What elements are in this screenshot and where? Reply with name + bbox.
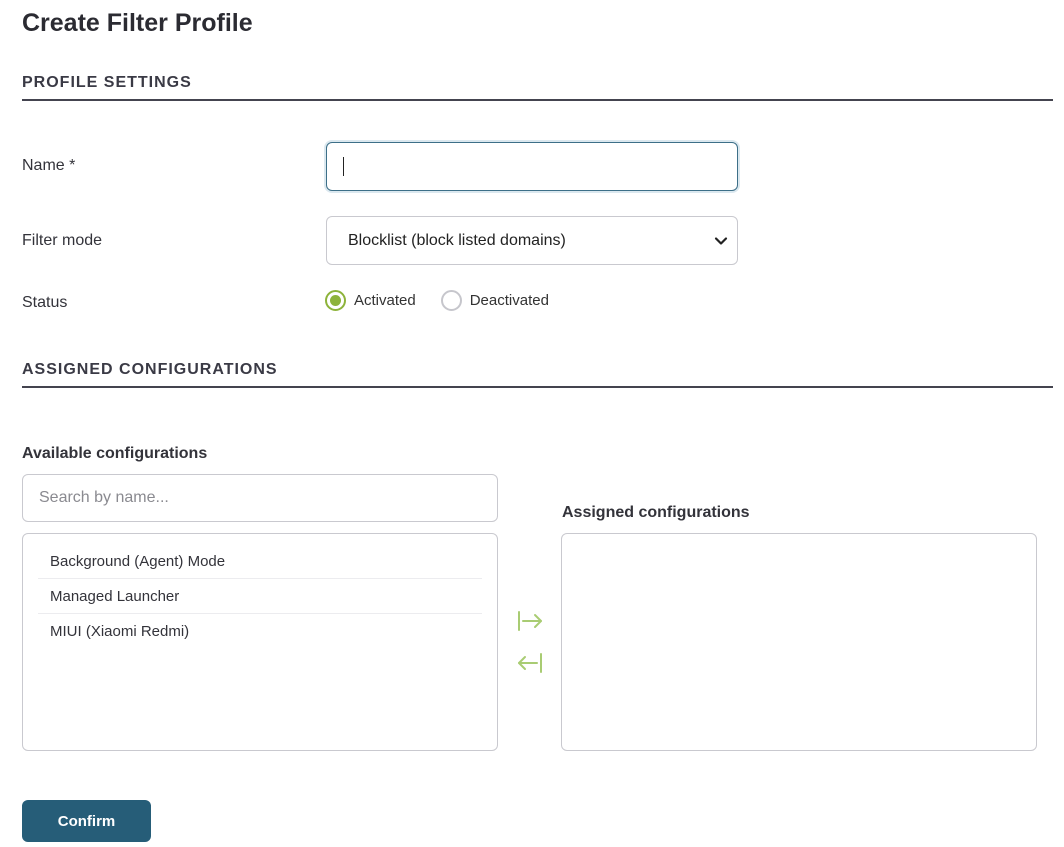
section-header-profile-settings: PROFILE SETTINGS xyxy=(22,74,1053,101)
assigned-configurations-list[interactable] xyxy=(561,533,1037,751)
assigned-configurations-title: Assigned configurations xyxy=(562,504,750,521)
search-input[interactable]: Search by name... xyxy=(22,474,498,522)
radio-button-unchecked[interactable] xyxy=(440,290,462,311)
filter-mode-selected-value: Blocklist (block listed domains) xyxy=(348,231,566,249)
page-title: Create Filter Profile xyxy=(22,9,253,37)
radio-label-deactivated: Deactivated xyxy=(469,292,549,309)
arrow-right-to-bar-icon xyxy=(518,611,542,631)
status-label: Status xyxy=(22,294,68,311)
radio-dot xyxy=(330,295,341,306)
confirm-button[interactable]: Confirm xyxy=(22,800,151,842)
create-filter-profile-page: Create Filter Profile PROFILE SETTINGS N… xyxy=(0,0,1064,847)
arrow-left-to-bar-icon xyxy=(518,653,542,673)
radio-label-activated: Activated xyxy=(354,292,416,309)
section-header-assigned-configurations: ASSIGNED CONFIGURATIONS xyxy=(22,361,1053,388)
move-to-assigned-button[interactable] xyxy=(515,609,545,633)
list-item[interactable]: Background (Agent) Mode xyxy=(38,544,482,579)
status-radio-group: Activated Deactivated xyxy=(325,290,574,311)
text-caret xyxy=(343,157,344,176)
status-option-deactivated[interactable]: Deactivated xyxy=(440,290,549,311)
list-item[interactable]: MIUI (Xiaomi Redmi) xyxy=(38,614,482,649)
name-input[interactable] xyxy=(326,142,738,191)
chevron-down-icon xyxy=(714,236,728,245)
filter-mode-label: Filter mode xyxy=(22,232,103,249)
move-to-available-button[interactable] xyxy=(515,651,545,675)
available-configurations-list[interactable]: Background (Agent) Mode Managed Launcher… xyxy=(22,533,498,751)
status-option-activated[interactable]: Activated xyxy=(325,290,416,311)
name-label: Name * xyxy=(22,157,76,174)
list-item[interactable]: Managed Launcher xyxy=(38,579,482,614)
radio-button-checked[interactable] xyxy=(325,290,346,311)
available-configurations-title: Available configurations xyxy=(22,445,208,462)
filter-mode-select[interactable]: Blocklist (block listed domains) xyxy=(326,216,738,265)
search-placeholder: Search by name... xyxy=(39,489,169,506)
